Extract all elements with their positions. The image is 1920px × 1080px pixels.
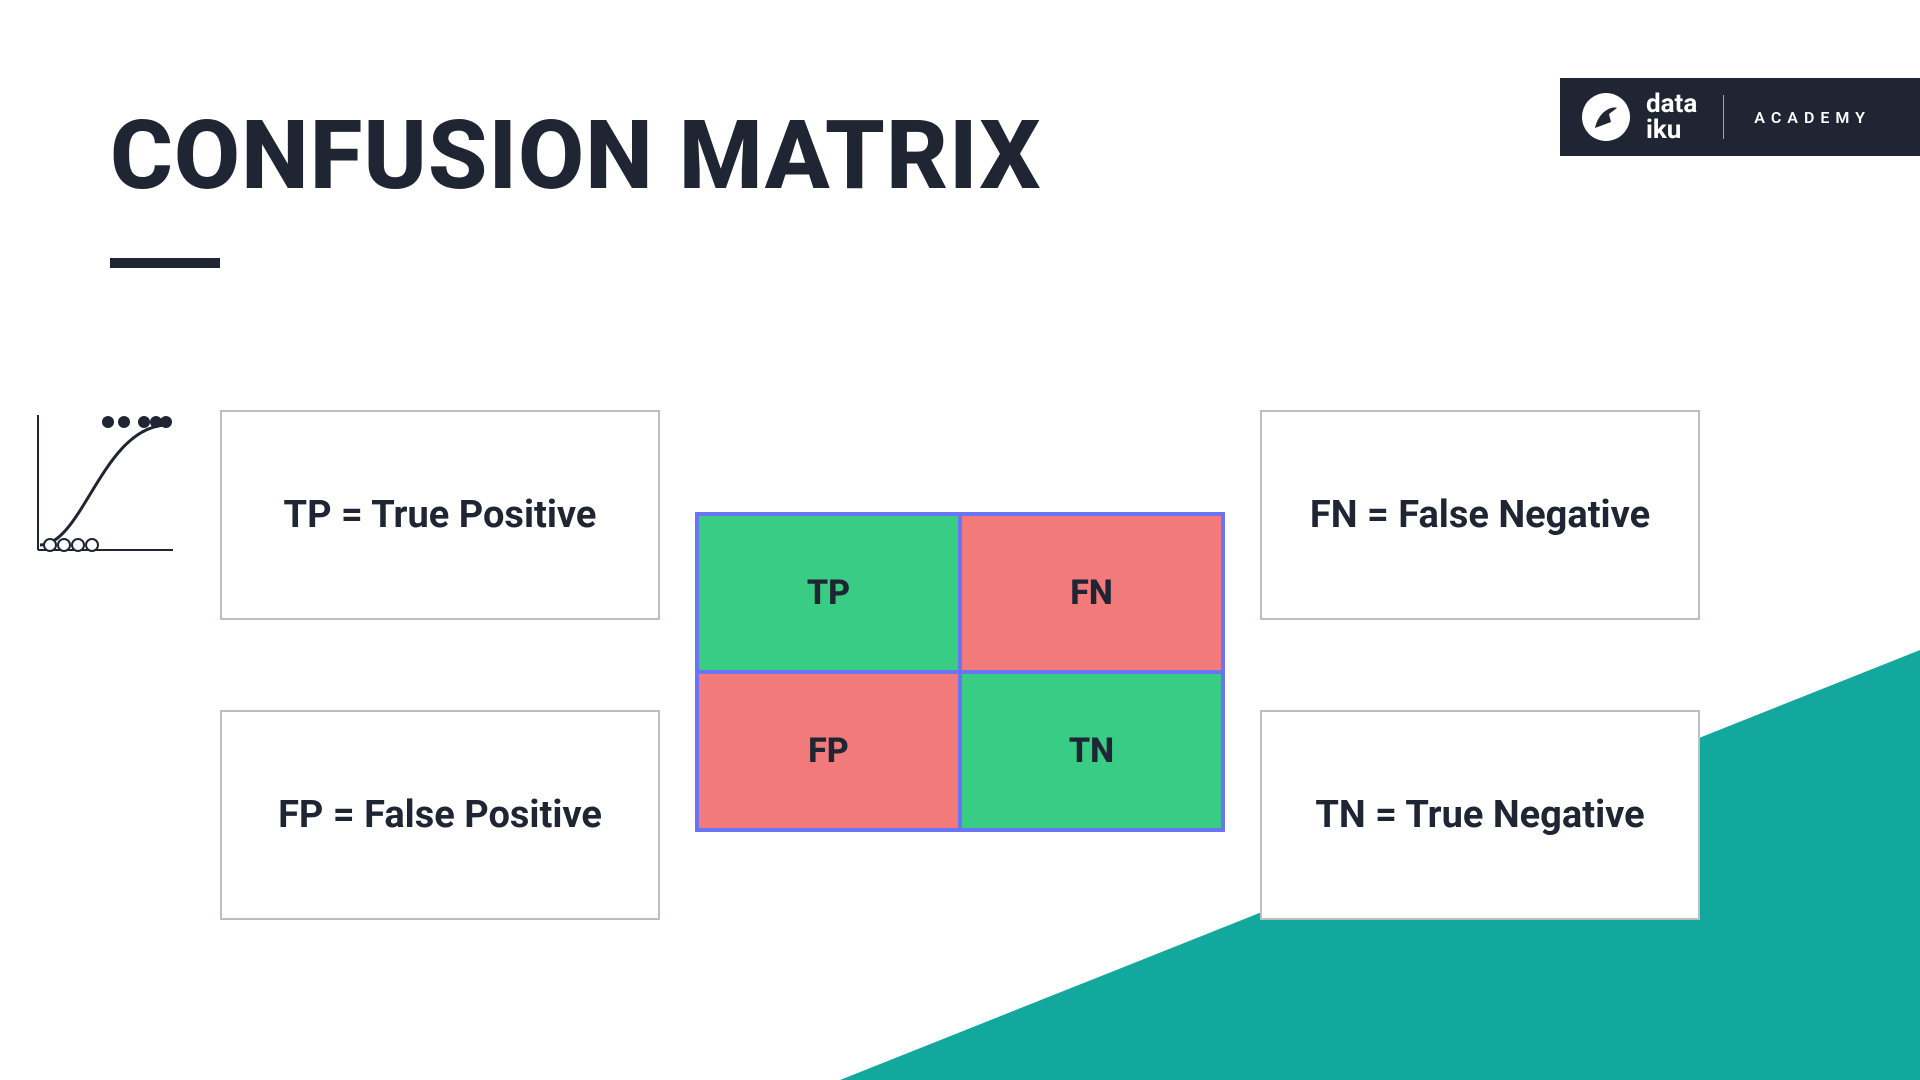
matrix-cell-tp-label: TP [807,573,850,613]
definition-fp-label: FP = False Positive [278,793,602,837]
brand-academy: ACADEMY [1754,108,1871,127]
brand-bar: data iku ACADEMY [1560,78,1920,156]
definition-tp-label: TP = True Positive [284,493,597,537]
dataiku-logo-icon [1582,93,1630,141]
definition-fn-label: FN = False Negative [1310,493,1650,537]
definition-tn-label: TN = True Negative [1315,793,1644,837]
definition-box-fp: FP = False Positive [220,710,660,920]
title-underline [110,258,220,268]
matrix-cell-fp: FP [697,672,960,830]
matrix-cell-fn: FN [960,514,1223,672]
definition-box-tn: TN = True Negative [1260,710,1700,920]
page-title: CONFUSION MATRIX [110,100,1042,212]
slide: data iku ACADEMY CONFUSION MATRIX TP = T… [0,0,1920,1080]
brand-divider [1723,95,1724,139]
brand-name: data iku [1646,91,1697,143]
matrix-cell-tn: TN [960,672,1223,830]
brand-name-line1: data [1646,91,1697,117]
matrix-cell-fn-label: FN [1070,573,1113,613]
matrix-cell-tp: TP [697,514,960,672]
confusion-matrix: TP FN FP TN [695,512,1225,832]
matrix-cell-tn-label: TN [1069,731,1114,771]
definition-box-tp: TP = True Positive [220,410,660,620]
definition-box-fn: FN = False Negative [1260,410,1700,620]
logistic-curve-icon [28,410,178,560]
brand-name-line2: iku [1646,117,1697,143]
matrix-cell-fp-label: FP [808,731,849,771]
